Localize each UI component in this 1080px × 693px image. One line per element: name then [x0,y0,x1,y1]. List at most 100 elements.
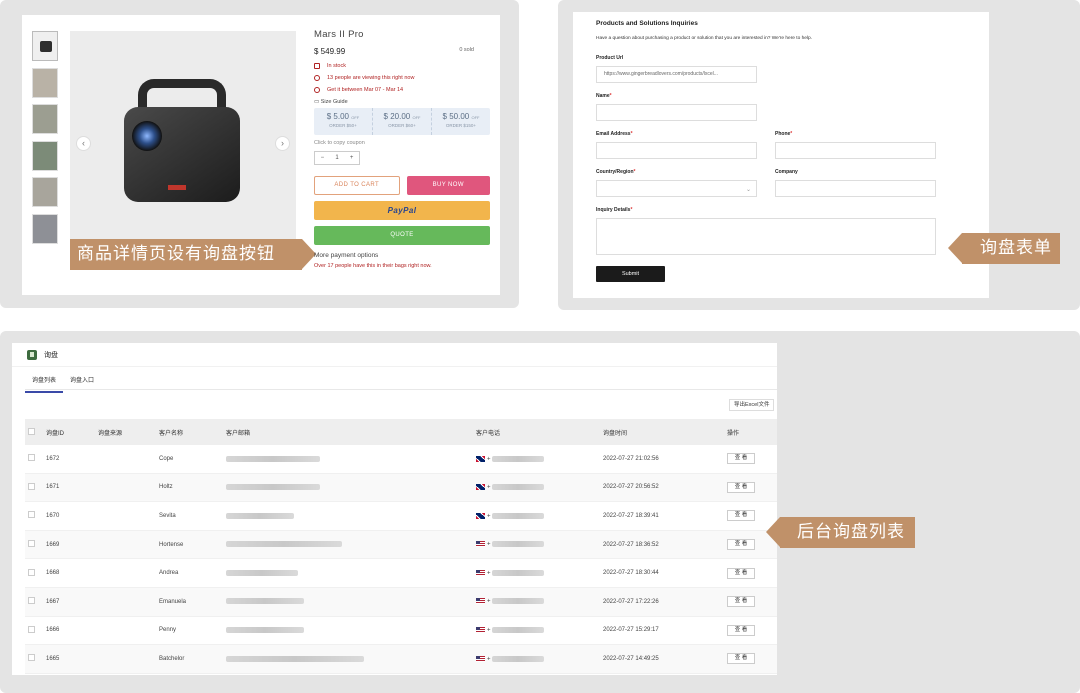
coupon-1[interactable]: $ 5.00 OFF ORDER $50+ [314,108,373,135]
flag-uk-icon [476,455,485,462]
phone-input[interactable] [775,142,936,159]
row-checkbox[interactable] [28,540,35,548]
cell-time: 2022-07-27 18:36:52 [603,541,659,548]
coupon-3[interactable]: $ 50.00 OFF ORDER $150+ [432,108,490,135]
view-button[interactable]: 查 看 [727,453,755,465]
cell-phone: + [476,598,603,605]
inquiry-form-card: Products and Solutions Inquiries Have a … [573,12,989,298]
cart-buttons: ADD TO CART BUY NOW [314,176,490,195]
cell-time: 2022-07-27 17:22:26 [603,598,659,605]
form-title: Products and Solutions Inquiries [596,20,698,27]
more-payment-options-link[interactable]: More payment options [314,252,490,259]
stock-status: In stock [314,63,490,69]
country-label: Country/Region* [596,169,636,175]
ruler-icon: ▭ [314,99,320,105]
row-checkbox[interactable] [28,654,35,662]
row-checkbox[interactable] [28,454,35,462]
quote-button[interactable]: QUOTE [314,226,490,245]
view-button[interactable]: 查 看 [727,481,755,493]
select-all-checkbox[interactable] [28,427,35,435]
chevron-left-icon[interactable]: ‹ [76,136,91,151]
cell-email [226,512,476,520]
inquiry-form-panel: Products and Solutions Inquiries Have a … [558,0,1080,310]
add-to-cart-button[interactable]: ADD TO CART [314,176,400,195]
company-input[interactable] [775,180,936,197]
export-excel-button[interactable]: 导出Excel文件 [729,399,775,411]
paypal-button[interactable]: PayPal [314,201,490,220]
country-select[interactable] [596,180,757,197]
col-header-name: 客户名称 [159,430,184,437]
cell-time: 2022-07-27 21:02:56 [603,455,659,462]
coupon-condition: ORDER $150+ [445,123,477,128]
cell-name: Cope [159,455,174,462]
buy-now-button[interactable]: BUY NOW [406,176,490,195]
cell-name: Penny [159,627,177,634]
size-guide-link[interactable]: ▭ Size Guide [314,99,490,105]
cell-email [226,655,476,663]
cell-email [226,569,476,577]
view-button[interactable]: 查 看 [727,567,755,579]
thumbnail-6[interactable] [32,213,58,244]
inquiry-details-textarea[interactable] [596,218,936,255]
coupon-2[interactable]: $ 20.00 OFF ORDER $60+ [373,108,432,135]
submit-button[interactable]: Submit [596,266,665,282]
callout-inquiry-list: 后台询盘列表 [766,517,915,548]
company-label: Company [775,169,798,175]
cell-name: Holtz [159,484,173,491]
cell-phone: + [476,455,603,462]
cell-id: 1666 [46,627,60,634]
col-header-email: 客户邮箱 [226,430,251,437]
app-logo-icon [27,349,37,360]
qty-value[interactable]: 1 [335,155,338,161]
cell-phone: + [476,569,603,576]
table-row: 1665 Batchelor + 2022-07-27 14:49:25 查 看 [25,645,777,674]
thumbnail-2[interactable] [32,67,58,98]
admin-title: 询盘 [44,351,58,359]
cell-time: 2022-07-27 18:39:41 [603,512,659,519]
product-price: $ 549.99 [314,47,346,56]
coupon-strip: $ 5.00 OFF ORDER $50+ $ 20.00 OFF ORDER … [314,108,490,135]
eye-icon [314,75,320,81]
product-info: Mars II Pro $ 549.99 0 sold In stock 13 … [314,29,490,269]
thumbnail-1[interactable] [32,31,58,61]
cell-email [226,598,476,605]
table-row: 1668 Andrea + 2022-07-27 18:30:44 查 看 [25,559,777,588]
flag-us-icon [476,541,485,548]
cell-time: 2022-07-27 18:30:44 [603,570,659,577]
qty-plus-button[interactable]: + [350,155,354,161]
product-page-panel: ‹ › 商品详情页设有询盘按钮 Mars II Pro $ 549.99 0 s… [0,0,519,308]
flag-us-icon [476,627,485,634]
qty-minus-button[interactable]: − [321,155,325,161]
row-checkbox[interactable] [28,597,35,605]
flag-uk-icon [476,512,485,519]
view-button[interactable]: 查 看 [727,539,755,551]
name-label: Name* [596,93,612,99]
thumbnail-3[interactable] [32,104,58,134]
cell-id: 1672 [46,455,60,462]
sold-count: 0 sold [459,47,474,53]
product-title: Mars II Pro [314,29,364,40]
chevron-right-icon[interactable]: › [275,136,290,151]
name-input[interactable] [596,104,757,121]
table-row: 1669 Hortense + 2022-07-27 18:36:52 查 看 [25,530,777,560]
col-header-time: 询盘时间 [603,430,628,437]
thumbnail-4[interactable] [32,140,58,171]
view-button[interactable]: 查 看 [727,653,755,665]
view-button[interactable]: 查 看 [727,624,755,636]
flag-uk-icon [476,484,485,491]
thumbnail-5[interactable] [32,177,58,207]
row-checkbox[interactable] [28,511,35,519]
view-button[interactable]: 查 看 [727,596,755,608]
row-checkbox[interactable] [28,625,35,633]
flag-us-icon [476,655,485,662]
tab-inquiry-list[interactable]: 询盘列表 [25,373,64,393]
email-input[interactable] [596,142,757,159]
admin-tabs: 询盘列表 询盘入口 [25,373,101,393]
view-button[interactable]: 查 看 [727,510,755,522]
product-url-input[interactable]: https://www.gingerbreadlovers.com/produc… [596,66,757,83]
tab-inquiry-entry[interactable]: 询盘入口 [63,373,101,393]
callout-product-page: 商品详情页设有询盘按钮 [70,239,316,270]
row-checkbox[interactable] [28,568,35,576]
row-checkbox[interactable] [28,482,35,490]
viewers-text: 13 people are viewing this right now [327,75,415,81]
